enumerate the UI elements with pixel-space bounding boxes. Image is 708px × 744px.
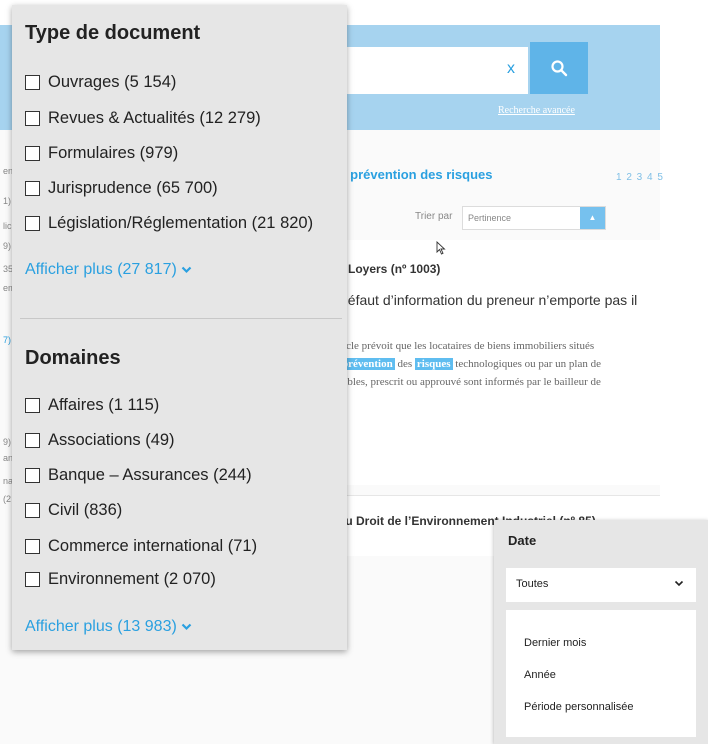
show-more-label: Afficher plus (27 817): [25, 261, 177, 278]
fragment-text: 9): [3, 437, 12, 447]
date-option-year[interactable]: Année: [524, 669, 556, 681]
result-excerpt: ticle prévoit que les locataires de bien…: [340, 337, 658, 391]
checkbox[interactable]: [25, 432, 40, 448]
facet-label: Ouvrages (5 154): [48, 72, 177, 91]
checkbox[interactable]: [25, 110, 40, 126]
facet-checkbox-civil[interactable]: Civil (836): [25, 499, 122, 521]
facet-label: Associations (49): [48, 430, 175, 449]
panel-divider: [20, 318, 342, 319]
facet-checkbox-environnement[interactable]: Environnement (2 070): [25, 568, 216, 590]
chevron-down-icon: [181, 623, 192, 631]
fragment-text: 7): [3, 335, 12, 345]
close-icon[interactable]: x: [502, 59, 520, 79]
date-filter-panel: Date Toutes Dernier mois Année Période p…: [494, 520, 708, 744]
type-document-title: Type de document: [25, 22, 201, 44]
facet-label: Affaires (1 115): [48, 395, 160, 414]
fragment-text: 9): [3, 241, 12, 251]
mouse-pointer-icon: [436, 241, 446, 255]
domaines-title: Domaines: [25, 347, 121, 369]
facet-checkbox-ouvrages[interactable]: Ouvrages (5 154): [25, 71, 176, 93]
sort-selected-value: Pertinence: [468, 213, 512, 223]
chevron-down-icon: [181, 266, 192, 274]
sort-select[interactable]: Pertinence ▲: [462, 206, 606, 230]
date-title: Date: [508, 533, 537, 548]
results-heading: ur prévention des risques: [335, 167, 493, 182]
checkbox[interactable]: [25, 397, 40, 413]
checkbox[interactable]: [25, 74, 40, 90]
highlight-term: prévention: [340, 358, 395, 370]
facet-label: Banque – Assurances (244): [48, 465, 252, 484]
show-more-label: Afficher plus (13 983): [25, 618, 177, 635]
checkbox[interactable]: [25, 467, 40, 483]
date-options-list: Dernier mois Année Période personnalisée: [506, 610, 696, 737]
search-button[interactable]: [530, 42, 588, 94]
facet-label: Jurisprudence (65 700): [48, 178, 218, 197]
facet-label: Revues & Actualités (12 279): [48, 108, 261, 127]
checkbox[interactable]: [25, 215, 40, 231]
pagination[interactable]: 1 2 3 4 5: [616, 172, 664, 183]
date-selected-value: Toutes: [516, 578, 549, 590]
show-more-type-document[interactable]: Afficher plus (27 817): [25, 261, 192, 279]
checkbox[interactable]: [25, 145, 40, 161]
facet-label: Environnement (2 070): [48, 569, 216, 588]
date-option-custom-period[interactable]: Période personnalisée: [524, 701, 633, 713]
checkbox[interactable]: [25, 502, 40, 518]
results-keyword: prévention des risques: [350, 167, 493, 182]
facet-checkbox-associations[interactable]: Associations (49): [25, 429, 175, 451]
facet-checkbox-revues[interactable]: Revues & Actualités (12 279): [25, 107, 261, 129]
excerpt-line: sibles, prescrit ou approuvé sont inform…: [340, 376, 601, 388]
chevron-down-icon: [674, 580, 684, 587]
sort-label: Trier par: [415, 211, 453, 222]
date-select[interactable]: Toutes: [506, 568, 696, 602]
excerpt-text: technologiques ou par un plan de: [452, 358, 601, 370]
facet-checkbox-banque[interactable]: Banque – Assurances (244): [25, 464, 252, 486]
facet-label: Législation/Réglementation (21 820): [48, 213, 314, 232]
date-option-last-month[interactable]: Dernier mois: [524, 637, 586, 649]
fragment-text: 1): [3, 196, 12, 206]
facet-checkbox-legislation[interactable]: Législation/Réglementation (21 820): [25, 212, 313, 234]
search-input[interactable]: [330, 47, 528, 94]
excerpt-text: des: [394, 358, 415, 370]
fragment-text: lic: [3, 221, 12, 231]
facet-label: Civil (836): [48, 500, 123, 519]
facet-label: Formulaires (979): [48, 143, 179, 162]
highlight-term: risques: [414, 358, 453, 370]
result-source[interactable]: s Loyers (nº 1003): [338, 262, 440, 276]
chevron-updown-icon: ▲: [580, 207, 605, 229]
facet-checkbox-commerce[interactable]: Commerce international (71): [25, 535, 257, 557]
result-heading[interactable]: défaut d’information du preneur n’emport…: [340, 290, 656, 311]
checkbox[interactable]: [25, 571, 40, 587]
advanced-search-link[interactable]: Recherche avancée: [498, 105, 575, 116]
search-icon: [551, 60, 568, 77]
checkbox[interactable]: [25, 538, 40, 554]
facet-checkbox-formulaires[interactable]: Formulaires (979): [25, 142, 178, 164]
facet-checkbox-affaires[interactable]: Affaires (1 115): [25, 394, 159, 416]
excerpt-line: ticle prévoit que les locataires de bien…: [340, 340, 595, 352]
facet-label: Commerce international (71): [48, 536, 258, 555]
checkbox[interactable]: [25, 180, 40, 196]
facet-checkbox-jurisprudence[interactable]: Jurisprudence (65 700): [25, 177, 218, 199]
show-more-domaines[interactable]: Afficher plus (13 983): [25, 618, 192, 636]
